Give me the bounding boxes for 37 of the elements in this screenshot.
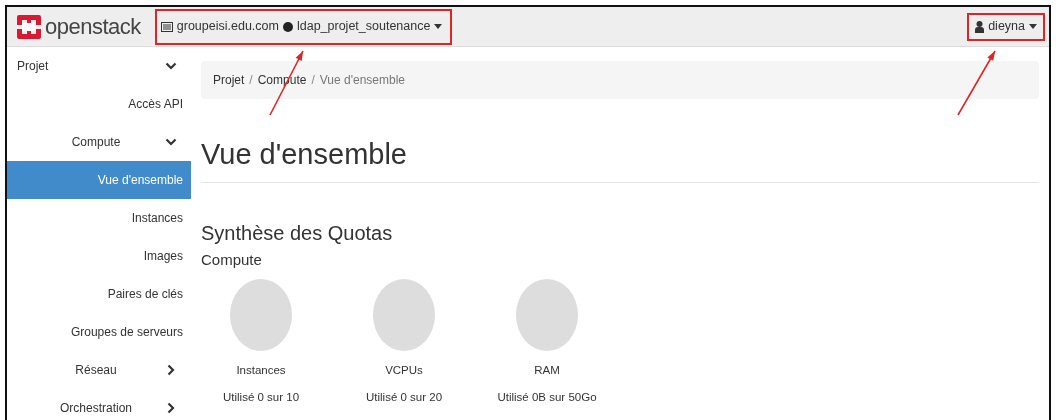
chevron-down-icon bbox=[165, 136, 177, 148]
sidebar-item[interactable]: Compute bbox=[7, 123, 191, 161]
sidebar-item[interactable]: Groupes de serveurs bbox=[7, 313, 191, 351]
breadcrumb-current: Vue d'ensemble bbox=[319, 72, 405, 89]
page-title: Vue d'ensemble bbox=[201, 137, 1039, 183]
server-list-icon bbox=[160, 21, 173, 32]
brand-name: openstack bbox=[45, 13, 141, 41]
dot-icon bbox=[282, 21, 293, 32]
quota-usage: Utilisé 0 sur 20 bbox=[365, 390, 443, 406]
logo-icon bbox=[17, 14, 41, 39]
chevron-right-icon bbox=[165, 364, 177, 376]
subsection-title: Compute bbox=[201, 250, 263, 269]
quota-name: VCPUs bbox=[385, 362, 423, 378]
user-icon bbox=[975, 20, 985, 33]
sidebar-item[interactable]: Instances bbox=[7, 199, 191, 237]
sidebar-item[interactable]: Projet bbox=[7, 47, 191, 85]
section-title: Synthèse des Quotas bbox=[201, 220, 394, 245]
caret-icon bbox=[1029, 24, 1037, 29]
chevron-right-icon bbox=[165, 402, 177, 414]
sidebar-item[interactable]: Images bbox=[7, 237, 191, 275]
sidebar-item[interactable]: Vue d'ensemble bbox=[7, 161, 191, 199]
quota-name: Instances bbox=[236, 362, 286, 378]
project-selector[interactable]: groupeisi.edu.com ldap_projet_soutenance bbox=[154, 8, 453, 45]
user-menu[interactable]: dieyna bbox=[967, 12, 1045, 41]
chevron-down-icon bbox=[165, 60, 177, 72]
quota-usage: Utilisé 0 sur 10 bbox=[222, 390, 300, 406]
breadcrumb-separator: / bbox=[248, 72, 254, 89]
caret-icon bbox=[434, 24, 443, 29]
quota-name: RAM bbox=[534, 362, 560, 378]
sidebar-item[interactable]: Réseau bbox=[7, 351, 191, 389]
sidebar-item[interactable]: Paires de clés bbox=[7, 275, 191, 313]
annotation-arrow bbox=[957, 50, 996, 116]
sidebar-item[interactable]: Accès API bbox=[7, 85, 191, 123]
breadcrumb-separator: / bbox=[310, 72, 316, 89]
quota-usage: Utilisé 0B sur 50Go bbox=[497, 390, 597, 406]
sidebar-item[interactable]: Orchestration bbox=[7, 389, 191, 420]
breadcrumb-link[interactable]: Projet bbox=[213, 71, 245, 89]
